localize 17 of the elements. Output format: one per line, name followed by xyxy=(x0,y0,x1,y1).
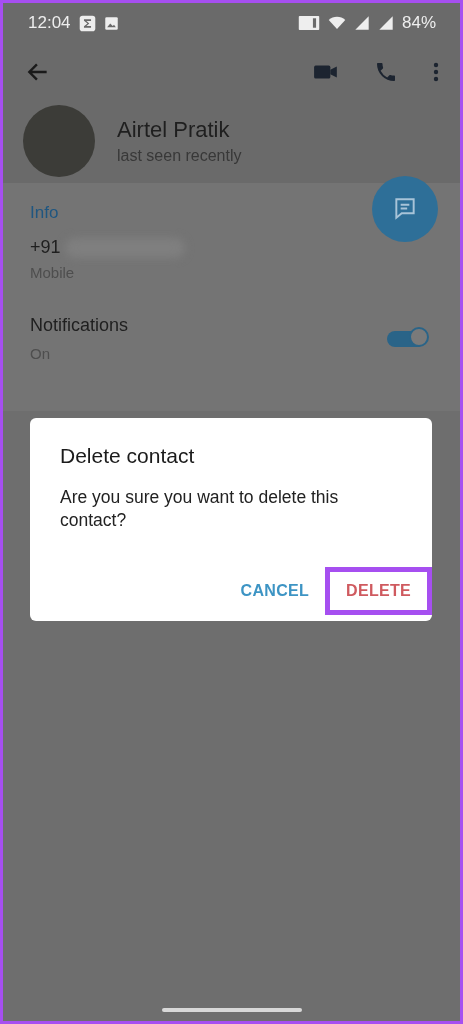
delete-button[interactable]: DELETE xyxy=(325,567,432,615)
battery-percent: 84% xyxy=(401,13,436,33)
dialog-title: Delete contact xyxy=(60,444,196,468)
signal-icon xyxy=(377,15,394,31)
more-options-icon[interactable] xyxy=(432,60,440,84)
notifications-label: Notifications xyxy=(30,315,129,336)
sigma-icon xyxy=(78,14,96,32)
volte-icon xyxy=(297,15,320,31)
signal-icon xyxy=(353,15,370,31)
phone-number: +91 xyxy=(30,237,61,258)
image-icon xyxy=(103,15,119,31)
info-section-title: Info xyxy=(30,203,59,223)
message-icon xyxy=(392,196,418,222)
contact-name: Airtel Pratik xyxy=(117,117,231,143)
dialog-message: Are you sure you want to delete this contact? xyxy=(60,486,340,532)
status-time: 12:04 xyxy=(28,13,71,33)
phone-icon[interactable] xyxy=(374,60,398,84)
